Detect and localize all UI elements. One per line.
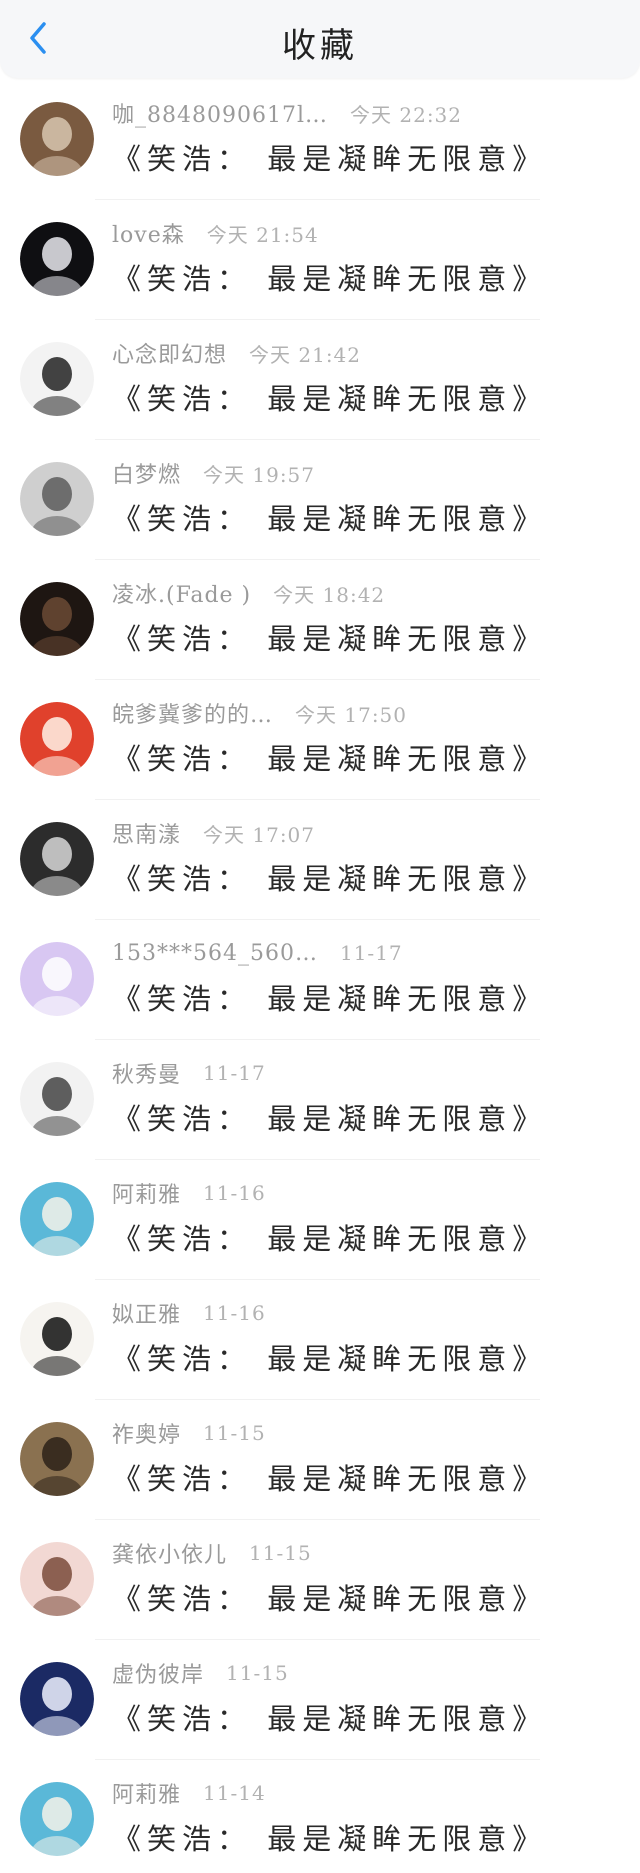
favorite-title: 《笑浩： 最是凝眸无限意》 [112, 1342, 548, 1376]
list-item[interactable]: 153***564_560… 11-17 《笑浩： 最是凝眸无限意》 [0, 920, 640, 1040]
avatar[interactable] [20, 462, 94, 536]
avatar[interactable] [20, 222, 94, 296]
favorite-title: 《笑浩： 最是凝眸无限意》 [112, 982, 548, 1016]
avatar[interactable] [20, 1302, 94, 1376]
favorite-title: 《笑浩： 最是凝眸无限意》 [112, 1222, 548, 1256]
user-name[interactable]: 姒正雅 [112, 1297, 181, 1329]
item-meta: 虚伪彼岸 11-15 [112, 1658, 289, 1688]
user-name[interactable]: 皖爹冀爹的的… [112, 697, 273, 729]
list-item[interactable]: 祚奥婷 11-15 《笑浩： 最是凝眸无限意》 [0, 1400, 640, 1520]
favorite-title: 《笑浩： 最是凝眸无限意》 [112, 742, 548, 776]
timestamp: 今天 21:42 [249, 342, 362, 367]
item-meta: 咖_8848090617l… 今天 22:32 [112, 97, 463, 129]
page-title: 收藏 [282, 26, 358, 66]
user-name[interactable]: 龚依小依儿 [112, 1537, 227, 1569]
item-meta: 阿莉雅 11-14 [112, 1778, 266, 1808]
list-item[interactable]: 凌冰.(Fade ) 今天 18:42 《笑浩： 最是凝眸无限意》 [0, 560, 640, 680]
list-item[interactable]: 姒正雅 11-16 《笑浩： 最是凝眸无限意》 [0, 1280, 640, 1400]
list-item[interactable]: 阿莉雅 11-14 《笑浩： 最是凝眸无限意》 [0, 1760, 640, 1873]
list-item[interactable]: 龚依小依儿 11-15 《笑浩： 最是凝眸无限意》 [0, 1520, 640, 1640]
favorite-title: 《笑浩： 最是凝眸无限意》 [112, 1702, 548, 1736]
favorite-title: 《笑浩： 最是凝眸无限意》 [112, 382, 548, 416]
header-bar: 收藏 [0, 0, 640, 78]
avatar[interactable] [20, 702, 94, 776]
favorite-title: 《笑浩： 最是凝眸无限意》 [112, 1462, 548, 1496]
item-meta: 皖爹冀爹的的… 今天 17:50 [112, 697, 408, 729]
timestamp: 11-16 [203, 1301, 266, 1325]
item-meta: 凌冰.(Fade ) 今天 18:42 [112, 577, 386, 609]
list-item[interactable]: 思南漾 今天 17:07 《笑浩： 最是凝眸无限意》 [0, 800, 640, 920]
timestamp: 今天 17:07 [203, 822, 316, 847]
favorite-title: 《笑浩： 最是凝眸无限意》 [112, 502, 548, 536]
avatar[interactable] [20, 582, 94, 656]
favorites-list: 咖_8848090617l… 今天 22:32 《笑浩： 最是凝眸无限意》 love森… [0, 80, 640, 1873]
list-item[interactable]: 白梦燃 今天 19:57 《笑浩： 最是凝眸无限意》 [0, 440, 640, 560]
item-meta: 祚奥婷 11-15 [112, 1418, 266, 1448]
timestamp: 今天 22:32 [350, 102, 463, 127]
timestamp: 11-16 [203, 1181, 266, 1205]
timestamp: 今天 18:42 [273, 582, 386, 607]
user-name[interactable]: 心念即幻想 [112, 337, 227, 369]
user-name[interactable]: love森 [112, 217, 185, 249]
avatar[interactable] [20, 1782, 94, 1856]
timestamp: 今天 21:54 [206, 222, 319, 247]
favorites-page: 收藏 咖_8848090617l… 今天 22:32 《笑浩： 最是凝眸无限意》 lo… [0, 0, 640, 1873]
user-name[interactable]: 阿莉雅 [112, 1177, 181, 1209]
avatar[interactable] [20, 1542, 94, 1616]
favorite-title: 《笑浩： 最是凝眸无限意》 [112, 1582, 548, 1616]
item-meta: 心念即幻想 今天 21:42 [112, 337, 362, 369]
user-name[interactable]: 阿莉雅 [112, 1777, 181, 1809]
item-meta: love森 今天 21:54 [112, 217, 319, 249]
timestamp: 11-15 [226, 1661, 289, 1685]
timestamp: 今天 19:57 [203, 462, 316, 487]
item-meta: 秋秀曼 11-17 [112, 1058, 266, 1088]
avatar[interactable] [20, 342, 94, 416]
avatar[interactable] [20, 102, 94, 176]
user-name[interactable]: 秋秀曼 [112, 1057, 181, 1089]
user-name[interactable]: 祚奥婷 [112, 1417, 181, 1449]
item-meta: 153***564_560… 11-17 [112, 938, 403, 968]
favorite-title: 《笑浩： 最是凝眸无限意》 [112, 622, 548, 656]
avatar[interactable] [20, 822, 94, 896]
user-name[interactable]: 凌冰.(Fade ) [112, 577, 251, 609]
favorite-title: 《笑浩： 最是凝眸无限意》 [112, 1822, 548, 1856]
avatar[interactable] [20, 1062, 94, 1136]
user-name[interactable]: 153***564_560… [112, 941, 318, 966]
user-name[interactable]: 咖_8848090617l… [112, 97, 328, 129]
user-name[interactable]: 思南漾 [112, 817, 181, 849]
list-item[interactable]: love森 今天 21:54 《笑浩： 最是凝眸无限意》 [0, 200, 640, 320]
avatar[interactable] [20, 1182, 94, 1256]
timestamp: 11-15 [249, 1541, 312, 1565]
item-meta: 白梦燃 今天 19:57 [112, 457, 316, 489]
list-item[interactable]: 秋秀曼 11-17 《笑浩： 最是凝眸无限意》 [0, 1040, 640, 1160]
favorite-title: 《笑浩： 最是凝眸无限意》 [112, 262, 548, 296]
avatar[interactable] [20, 1662, 94, 1736]
favorite-title: 《笑浩： 最是凝眸无限意》 [112, 1102, 548, 1136]
item-meta: 阿莉雅 11-16 [112, 1178, 266, 1208]
avatar[interactable] [20, 1422, 94, 1496]
timestamp: 11-17 [203, 1061, 266, 1085]
timestamp: 11-15 [203, 1421, 266, 1445]
item-meta: 思南漾 今天 17:07 [112, 817, 316, 849]
timestamp: 11-17 [339, 941, 403, 965]
list-item[interactable]: 皖爹冀爹的的… 今天 17:50 《笑浩： 最是凝眸无限意》 [0, 680, 640, 800]
user-name[interactable]: 白梦燃 [112, 457, 181, 489]
favorite-title: 《笑浩： 最是凝眸无限意》 [112, 142, 548, 176]
user-name[interactable]: 虚伪彼岸 [112, 1657, 204, 1689]
list-item[interactable]: 咖_8848090617l… 今天 22:32 《笑浩： 最是凝眸无限意》 [0, 80, 640, 200]
list-item[interactable]: 阿莉雅 11-16 《笑浩： 最是凝眸无限意》 [0, 1160, 640, 1280]
list-item[interactable]: 虚伪彼岸 11-15 《笑浩： 最是凝眸无限意》 [0, 1640, 640, 1760]
favorite-title: 《笑浩： 最是凝眸无限意》 [112, 862, 548, 896]
avatar[interactable] [20, 942, 94, 1016]
timestamp: 11-14 [203, 1781, 266, 1805]
timestamp: 今天 17:50 [295, 702, 408, 727]
item-meta: 龚依小依儿 11-15 [112, 1538, 312, 1568]
item-meta: 姒正雅 11-16 [112, 1298, 266, 1328]
list-item[interactable]: 心念即幻想 今天 21:42 《笑浩： 最是凝眸无限意》 [0, 320, 640, 440]
